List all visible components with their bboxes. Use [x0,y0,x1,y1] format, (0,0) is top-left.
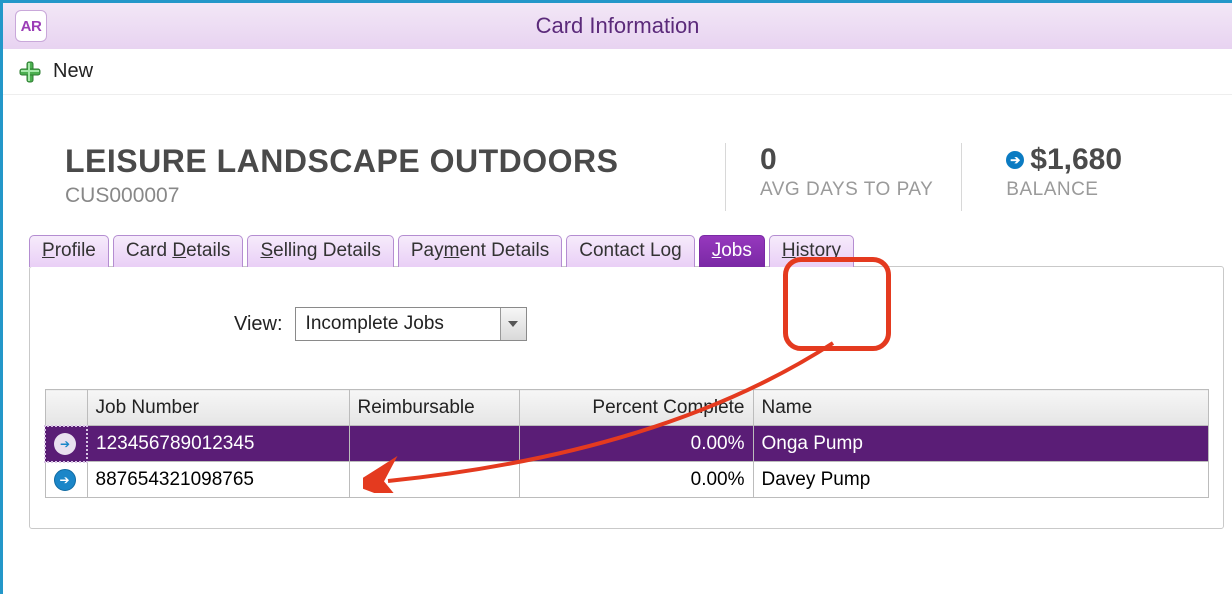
toolbar: New [3,49,1232,95]
tab-history[interactable]: History [769,235,854,267]
view-label: View: [234,313,283,336]
tab-card-details[interactable]: Card Details [113,235,244,267]
tab-panel-jobs: View: Incomplete Jobs Job Number Reimbur… [29,266,1224,529]
col-header-name[interactable]: Name [753,390,1209,426]
arrow-right-icon[interactable]: ➔ [54,469,76,491]
tab-jobs[interactable]: Jobs [699,235,765,267]
jobs-table: Job Number Reimbursable Percent Complete… [44,389,1209,498]
col-header-reimbursable[interactable]: Reimbursable [349,390,519,426]
col-header-percent-complete[interactable]: Percent Complete [519,390,753,426]
tab-selling-details[interactable]: Selling Details [247,235,393,267]
window-title: Card Information [536,13,700,39]
arrow-right-icon[interactable]: ➔ [1006,151,1024,169]
view-select[interactable]: Incomplete Jobs [295,307,527,341]
tab-profile[interactable]: Profile [29,235,109,267]
view-select-value: Incomplete Jobs [296,313,500,335]
app-icon: AR [15,10,47,42]
cell-reimbursable [349,426,519,462]
tabs: Profile Card Details Selling Details Pay… [29,235,1232,267]
col-header-blank[interactable] [45,390,87,426]
plus-icon[interactable] [17,59,43,85]
balance-label: BALANCE [1006,179,1122,201]
company-code: CUS000007 [65,184,725,208]
balance-value: $1,680 [1030,143,1122,177]
avg-days-label: AVG DAYS TO PAY [760,179,933,201]
new-button[interactable]: New [53,60,93,83]
arrow-right-icon[interactable]: ➔ [54,433,76,455]
cell-name: Davey Pump [753,462,1209,498]
title-bar: AR Card Information [3,3,1232,49]
table-row[interactable]: ➔ 123456789012345 0.00% Onga Pump [45,426,1209,462]
cell-reimbursable [349,462,519,498]
col-header-job-number[interactable]: Job Number [87,390,349,426]
cell-percent-complete: 0.00% [519,426,753,462]
table-header-row: Job Number Reimbursable Percent Complete… [45,390,1209,426]
tab-payment-details[interactable]: Payment Details [398,235,562,267]
cell-name: Onga Pump [753,426,1209,462]
cell-job-number: 887654321098765 [87,462,349,498]
cell-job-number: 123456789012345 [87,426,349,462]
chevron-down-icon[interactable] [500,308,526,340]
cell-percent-complete: 0.00% [519,462,753,498]
company-name: LEISURE LANDSCAPE OUTDOORS [65,143,725,180]
summary-row: LEISURE LANDSCAPE OUTDOORS CUS000007 0 A… [65,143,1232,211]
tab-contact-log[interactable]: Contact Log [566,235,694,267]
table-row[interactable]: ➔ 887654321098765 0.00% Davey Pump [45,462,1209,498]
avg-days-value: 0 [760,143,933,177]
